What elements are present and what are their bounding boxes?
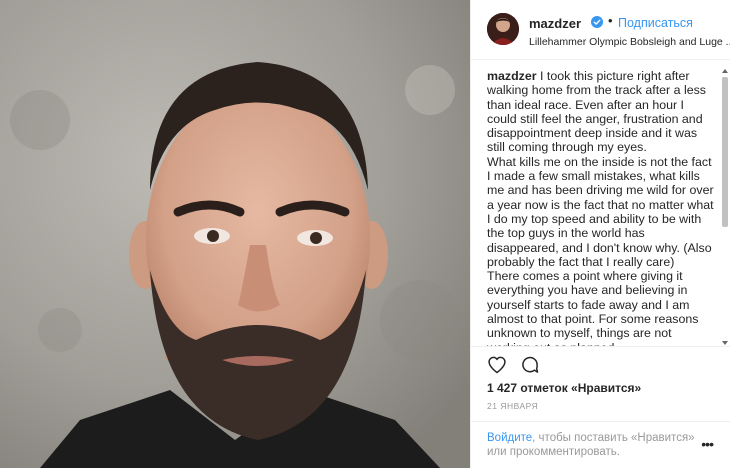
header-username[interactable]: mazdzer bbox=[529, 16, 581, 31]
caption-scrollbar[interactable] bbox=[721, 69, 730, 345]
speech-bubble-icon[interactable] bbox=[520, 355, 540, 375]
post-header: mazdzer • Подписаться Lillehammer Olympi… bbox=[471, 0, 730, 60]
caption-paragraph-2: What kills me on the inside is not the f… bbox=[487, 154, 714, 269]
heart-outline-icon[interactable] bbox=[487, 355, 507, 375]
scrollbar-thumb[interactable] bbox=[722, 77, 728, 227]
caption-username[interactable]: mazdzer bbox=[487, 69, 537, 83]
avatar[interactable] bbox=[487, 13, 519, 45]
verified-badge-icon bbox=[591, 15, 603, 28]
login-link[interactable]: Войдите bbox=[487, 432, 532, 444]
login-prompt-text: Войдите, чтобы поставить «Нравится» или … bbox=[487, 432, 695, 458]
scroll-down-arrow-icon[interactable] bbox=[722, 341, 728, 345]
more-options-button[interactable]: ••• bbox=[701, 436, 714, 452]
likes-count[interactable]: 1 427 отметок «Нравится» bbox=[487, 381, 641, 395]
post-actions bbox=[471, 346, 730, 380]
follow-button[interactable]: Подписаться bbox=[618, 16, 693, 30]
post-photo[interactable] bbox=[0, 0, 470, 468]
location-link[interactable]: Lillehammer Olympic Bobsleigh and Luge .… bbox=[529, 36, 730, 48]
caption-scroll-area[interactable]: mazdzer I took this picture right after … bbox=[471, 61, 730, 346]
post-sidebar: mazdzer • Подписаться Lillehammer Olympi… bbox=[470, 0, 730, 468]
header-separator-dot: • bbox=[608, 13, 613, 28]
scroll-up-arrow-icon[interactable] bbox=[722, 69, 728, 73]
login-prompt: Войдите, чтобы поставить «Нравится» или … bbox=[471, 421, 730, 468]
caption-paragraph-3: There comes a point where giving it ever… bbox=[487, 269, 699, 346]
post-caption: mazdzer I took this picture right after … bbox=[487, 69, 715, 346]
caption-paragraph-1: mazdzer I took this picture right after … bbox=[487, 69, 706, 155]
portrait-image bbox=[0, 0, 470, 468]
post-date: 21 ЯНВАРЯ bbox=[487, 401, 539, 411]
